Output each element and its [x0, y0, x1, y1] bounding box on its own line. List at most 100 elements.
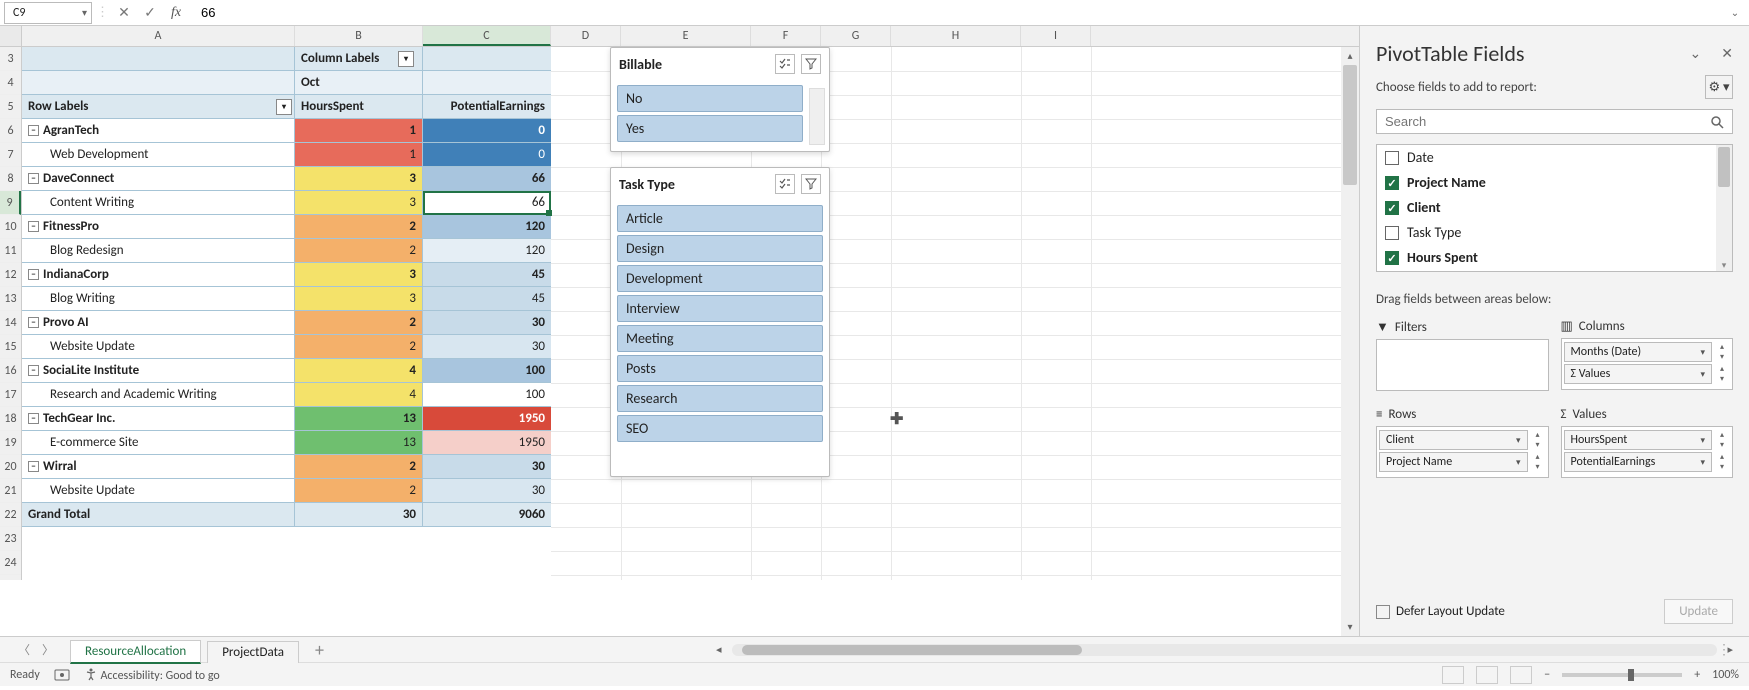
- field-search[interactable]: [1376, 109, 1733, 134]
- move-down-icon[interactable]: ▾: [1714, 462, 1730, 472]
- tab-nav-next-icon[interactable]: 〉: [42, 641, 54, 658]
- pivot-earnings-cell[interactable]: 0: [423, 143, 551, 166]
- slicer-item[interactable]: Yes: [617, 115, 803, 142]
- pivot-hours-cell[interactable]: 2: [295, 479, 423, 502]
- slicer-item[interactable]: Interview: [617, 295, 823, 322]
- row-header-16[interactable]: 16: [0, 359, 21, 383]
- formula-input[interactable]: [191, 5, 1745, 20]
- row-header-10[interactable]: 10: [0, 215, 21, 239]
- slicer-item[interactable]: Research: [617, 385, 823, 412]
- field-item[interactable]: ✓Hours Spent: [1377, 245, 1732, 270]
- clear-filter-icon[interactable]: [801, 174, 821, 194]
- defer-checkbox[interactable]: [1376, 605, 1390, 619]
- chevron-down-icon[interactable]: ▾: [1700, 369, 1705, 380]
- pivot-hours-cell[interactable]: 4: [295, 383, 423, 406]
- pivot-earnings-cell[interactable]: 120: [423, 215, 551, 238]
- grid[interactable]: Column Labels ▾ Oct Row Labels ▾: [22, 47, 1359, 580]
- slicer-item[interactable]: Development: [617, 265, 823, 292]
- clear-filter-icon[interactable]: [801, 54, 821, 74]
- row-header-9[interactable]: 9: [0, 191, 21, 215]
- pivot-row-label[interactable]: −IndianaCorp: [22, 263, 295, 286]
- move-down-icon[interactable]: ▾: [1714, 352, 1730, 362]
- zoom-level[interactable]: 100%: [1712, 668, 1739, 682]
- pivot-earnings-cell[interactable]: 66: [423, 167, 551, 190]
- values-dropzone[interactable]: HoursSpent▾▴▾PotentialEarnings▾▴▾: [1561, 426, 1734, 478]
- field-checkbox[interactable]: [1385, 151, 1399, 165]
- pivot-hours-cell[interactable]: 13: [295, 407, 423, 430]
- rows-dropzone[interactable]: Client▾▴▾Project Name▾▴▾: [1376, 426, 1549, 478]
- collapse-icon[interactable]: −: [28, 221, 39, 232]
- field-item[interactable]: ✓Project Name: [1377, 170, 1732, 195]
- tab-nav-prev-icon[interactable]: 〈: [18, 641, 30, 658]
- row-labels-header[interactable]: Row Labels ▾: [22, 95, 295, 118]
- pivot-hours-cell[interactable]: 13: [295, 431, 423, 454]
- area-field-item[interactable]: HoursSpent▾: [1564, 430, 1713, 450]
- row-header-4[interactable]: 4: [0, 71, 21, 95]
- row-header-21[interactable]: 21: [0, 479, 21, 503]
- scrollbar-thumb[interactable]: [742, 645, 1082, 655]
- columns-dropzone[interactable]: Months (Date)▾▴▾Σ Values▾▴▾: [1561, 338, 1734, 390]
- grand-total-label[interactable]: Grand Total: [22, 503, 295, 526]
- cell[interactable]: [22, 71, 295, 94]
- horizontal-scrollbar[interactable]: ◂ ▸: [716, 643, 1733, 657]
- collapse-pane-icon[interactable]: ⌄: [1690, 45, 1702, 62]
- scroll-down-icon[interactable]: ▾: [1341, 618, 1359, 636]
- chevron-down-icon[interactable]: ▾: [1700, 435, 1705, 446]
- row-header-8[interactable]: 8: [0, 167, 21, 191]
- field-checkbox[interactable]: [1385, 226, 1399, 240]
- slicer-item[interactable]: Meeting: [617, 325, 823, 352]
- slicer-item[interactable]: Posts: [617, 355, 823, 382]
- pivot-hours-cell[interactable]: 3: [295, 167, 423, 190]
- gear-icon[interactable]: ⚙ ▾: [1705, 75, 1733, 99]
- col-header-I[interactable]: I: [1021, 26, 1091, 46]
- row-header-24[interactable]: 24: [0, 551, 21, 575]
- pivot-earnings-cell[interactable]: 100: [423, 359, 551, 382]
- pivot-row-label[interactable]: −Wirral: [22, 455, 295, 478]
- pivot-hours-cell[interactable]: 3: [295, 263, 423, 286]
- area-field-item[interactable]: Project Name▾: [1379, 452, 1528, 472]
- name-box[interactable]: C9 ▾: [4, 2, 92, 24]
- pivot-hours-cell[interactable]: 2: [295, 239, 423, 262]
- macro-record-icon[interactable]: [54, 668, 70, 682]
- row-header-3[interactable]: 3: [0, 47, 21, 71]
- chevron-down-icon[interactable]: ▾: [1700, 457, 1705, 468]
- pivot-row-label[interactable]: −Provo AI: [22, 311, 295, 334]
- pivot-earnings-cell[interactable]: 45: [423, 263, 551, 286]
- collapse-icon[interactable]: −: [28, 125, 39, 136]
- hours-header[interactable]: HoursSpent: [295, 95, 423, 118]
- pivot-earnings-cell[interactable]: 0: [423, 119, 551, 142]
- pivot-earnings-cell[interactable]: 120: [423, 239, 551, 262]
- add-sheet-button[interactable]: +: [305, 639, 334, 661]
- area-field-item[interactable]: PotentialEarnings▾: [1564, 452, 1713, 472]
- pivot-hours-cell[interactable]: 3: [295, 191, 423, 214]
- pivot-row-label[interactable]: E-commerce Site: [22, 431, 295, 454]
- col-header-G[interactable]: G: [821, 26, 891, 46]
- row-header-23[interactable]: 23: [0, 527, 21, 551]
- field-item[interactable]: Task Type: [1377, 220, 1732, 245]
- column-labels-dropdown[interactable]: ▾: [398, 51, 414, 67]
- accessibility-status[interactable]: Accessibility: Good to go: [84, 667, 220, 683]
- field-checkbox[interactable]: ✓: [1385, 251, 1399, 265]
- collapse-icon[interactable]: −: [28, 365, 39, 376]
- row-labels-dropdown[interactable]: ▾: [276, 99, 292, 115]
- col-header-A[interactable]: A: [22, 26, 295, 46]
- pivot-hours-cell[interactable]: 1: [295, 119, 423, 142]
- pivot-earnings-cell[interactable]: 30: [423, 311, 551, 334]
- row-header-6[interactable]: 6: [0, 119, 21, 143]
- field-item[interactable]: ✓Client: [1377, 195, 1732, 220]
- slicer-item[interactable]: Article: [617, 205, 823, 232]
- chevron-down-icon[interactable]: ▾: [1700, 347, 1705, 358]
- col-header-E[interactable]: E: [621, 26, 751, 46]
- move-up-icon[interactable]: ▴: [1530, 430, 1546, 440]
- chevron-down-icon[interactable]: ▾: [82, 6, 87, 19]
- row-header-7[interactable]: 7: [0, 143, 21, 167]
- vertical-scrollbar[interactable]: ▴ ▾: [1341, 47, 1359, 636]
- confirm-icon[interactable]: ✓: [139, 4, 161, 21]
- row-header-20[interactable]: 20: [0, 455, 21, 479]
- slicer-item[interactable]: No: [617, 85, 803, 112]
- pivot-earnings-cell[interactable]: 30: [423, 479, 551, 502]
- scroll-right-icon[interactable]: ▸: [1727, 643, 1733, 656]
- field-checkbox[interactable]: ✓: [1385, 201, 1399, 215]
- row-header-17[interactable]: 17: [0, 383, 21, 407]
- page-break-view-icon[interactable]: [1510, 666, 1532, 684]
